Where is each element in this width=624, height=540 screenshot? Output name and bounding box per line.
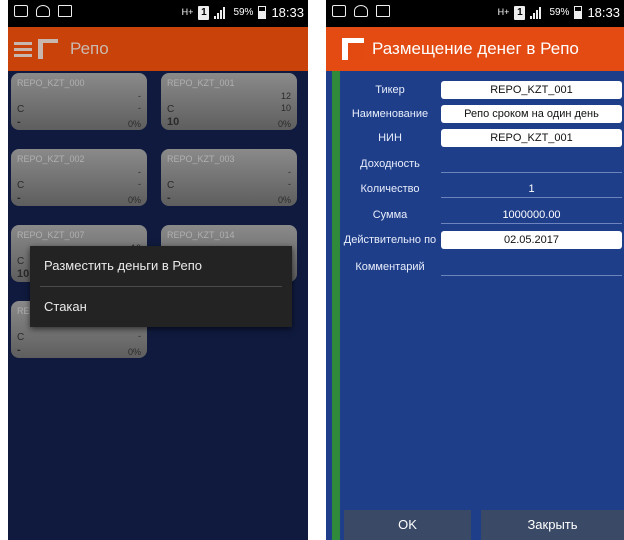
left-phone-screen: H+ 1 59% 18:33 Репо REPO_KZT_000 - C - -… [8,0,308,540]
tile-ticker: REPO_KZT_007 [17,230,85,240]
status-bar: H+ 1 59% 18:33 [326,0,624,27]
field-label: Комментарий [355,261,425,273]
instrument-tile[interactable]: REPO_KZT_000 - C - - 0% [11,73,147,130]
instrument-tile[interactable]: REPO_KZT_003 - C - - 0% [161,149,297,206]
accent-strip [332,71,340,540]
tile-value-2: - [138,103,141,113]
tile-value-1: 12 [280,91,291,101]
app-logo-icon [38,39,58,59]
tile-last-price: - [17,344,21,356]
form-row-nin: НИН REPO_KZT_001 [340,127,624,149]
close-button[interactable]: Закрыть [481,510,624,540]
app-bar: Размещение денег в Репо [326,27,624,71]
name-field[interactable]: Репо сроком на один день [441,105,622,123]
form-row-amount: Сумма 1000000.00 [340,204,624,226]
tile-ticker: REPO_KZT_000 [17,78,85,88]
field-label: НИН [378,132,402,144]
tile-value-1: - [138,91,141,101]
network-type: H+ [497,7,510,17]
form-row-ticker: Тикер REPO_KZT_001 [340,79,624,101]
right-phone-screen: H+ 1 59% 18:33 Размещение денег в Репо Т… [326,0,624,540]
screenshot-icon [332,5,346,17]
tile-value-1: - [138,167,141,177]
form-row-valid-until: Действительно по 02.05.2017 [340,229,624,251]
menu-item-order-book[interactable]: Стакан [30,287,292,327]
comment-field[interactable] [441,258,622,276]
tile-change-percent: 0% [127,347,141,357]
tile-last-price: - [167,192,171,204]
form-row-yield: Доходность [340,153,624,175]
field-label: Тикер [375,84,405,96]
tile-value-2: 10 [280,103,291,113]
field-label: Действительно по [343,234,437,246]
screenshot-icon [14,5,28,17]
battery-percent: 59% [233,7,254,18]
tile-value-1: - [288,167,291,177]
tile-ticker: REPO_KZT_002 [17,154,85,164]
menu-item-place-money-repo[interactable]: Разместить деньги в Репо [30,246,292,286]
tile-last-price: - [17,116,21,128]
field-label: Количество [360,183,420,195]
signal-icon [530,6,544,19]
form-row-quantity: Количество 1 [340,178,624,200]
tile-value-2: - [288,179,291,189]
ok-button[interactable]: OK [344,510,471,540]
field-label: Наименование [351,108,429,120]
tile-label: C [17,104,25,115]
app-logo-icon [342,38,364,60]
tile-change-percent: 0% [127,119,141,129]
mail-icon [58,5,72,17]
tile-last-price: - [17,192,21,204]
menu-icon[interactable] [14,39,32,60]
battery-icon [574,6,583,19]
battery-icon [258,6,267,19]
action-bar: OK Закрыть [340,510,624,540]
amount-field[interactable]: 1000000.00 [441,206,622,224]
quantity-field[interactable]: 1 [441,180,622,198]
tile-label: C [17,332,25,343]
ticker-field[interactable]: REPO_KZT_001 [441,81,622,99]
signal-icon [214,6,228,19]
valid-until-field[interactable]: 02.05.2017 [441,231,622,249]
tile-last-price: 10 [17,268,30,280]
app-bar: Репо [8,27,308,71]
clock: 18:33 [271,5,304,20]
mail-icon [376,5,390,17]
tile-label: C [167,180,175,191]
tile-ticker: REPO_KZT_001 [167,78,235,88]
page-title: Репо [70,39,109,58]
wifi-icon [354,5,368,17]
tile-change-percent: 0% [277,119,291,129]
tile-label: C [17,256,25,267]
tile-value-2: - [138,179,141,189]
form-row-comment: Комментарий [340,256,624,278]
wifi-icon [36,5,50,17]
status-bar: H+ 1 59% 18:33 [8,0,308,27]
yield-field[interactable] [441,155,622,173]
field-label: Сумма [372,209,408,221]
sim-icon: 1 [514,5,526,20]
instrument-tile[interactable]: REPO_KZT_002 - C - - 0% [11,149,147,206]
instrument-tile[interactable]: REPO_KZT_001 12 C 10 10 0% [161,73,297,130]
context-menu: Разместить деньги в Репо Стакан [30,246,292,327]
tile-label: C [17,180,25,191]
tile-ticker: REPO_KZT_014 [167,230,235,240]
nin-field[interactable]: REPO_KZT_001 [441,129,622,147]
page-title: Размещение денег в Репо [372,39,579,58]
clock: 18:33 [587,5,620,20]
tile-change-percent: 0% [127,195,141,205]
tile-change-percent: 0% [277,195,291,205]
tile-value-2: - [138,331,141,341]
sim-icon: 1 [198,5,210,20]
tile-ticker: REPO_KZT_003 [167,154,235,164]
tile-last-price: 10 [167,116,180,128]
tile-label: C [167,104,175,115]
network-type: H+ [181,7,194,17]
battery-percent: 59% [549,7,570,18]
field-label: Доходность [360,158,420,170]
form-row-name: Наименование Репо сроком на один день [340,103,624,125]
